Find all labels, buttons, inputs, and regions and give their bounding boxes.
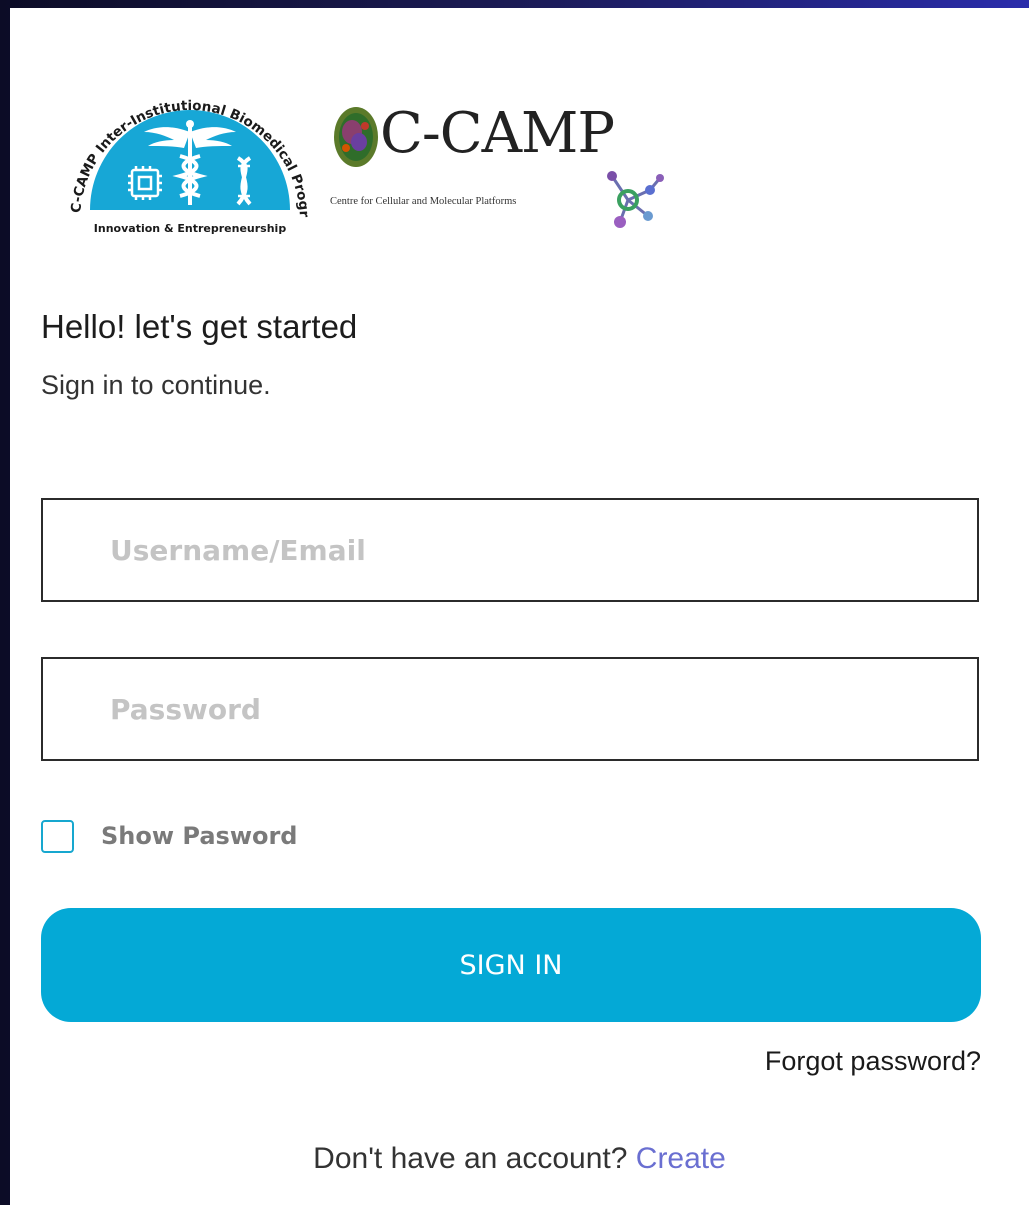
show-password-row[interactable]: Show Pasword [41, 816, 298, 856]
page-subtitle: Sign in to continue. [41, 370, 271, 400]
no-account-prompt: Don't have an account? [313, 1142, 636, 1175]
ccamp-subtitle: Centre for Cellular and Molecular Platfo… [330, 196, 517, 207]
ibp-tagline: Innovation & Entrepreneurship [94, 222, 287, 235]
password-field [41, 657, 979, 761]
username-input[interactable] [43, 500, 977, 600]
ibp-logo: C-CAMP Inter-Institutional Biomedical Pr… [52, 70, 312, 235]
page-title: Hello! let's get started [41, 308, 358, 345]
show-password-checkbox[interactable] [41, 819, 74, 853]
ccamp-logo: C-CAMP Centre for Cellular and Molecular… [330, 96, 690, 246]
ccamp-name: C-CAMP [380, 101, 615, 166]
login-card: C-CAMP Inter-Institutional Biomedical Pr… [10, 8, 1029, 1205]
forgot-password-link[interactable]: Forgot password? [765, 1046, 981, 1077]
show-password-label[interactable]: Show Pasword [101, 822, 298, 850]
sign-in-button[interactable]: SIGN IN [41, 908, 981, 1022]
create-account-link[interactable]: Create [636, 1142, 726, 1175]
logo-row: C-CAMP Inter-Institutional Biomedical Pr… [52, 70, 692, 250]
cell-icon [334, 107, 378, 167]
create-account-row: Don't have an account? Create [10, 1142, 1029, 1176]
molecule-icon [607, 171, 664, 228]
password-input[interactable] [43, 659, 977, 759]
username-field [41, 498, 979, 602]
